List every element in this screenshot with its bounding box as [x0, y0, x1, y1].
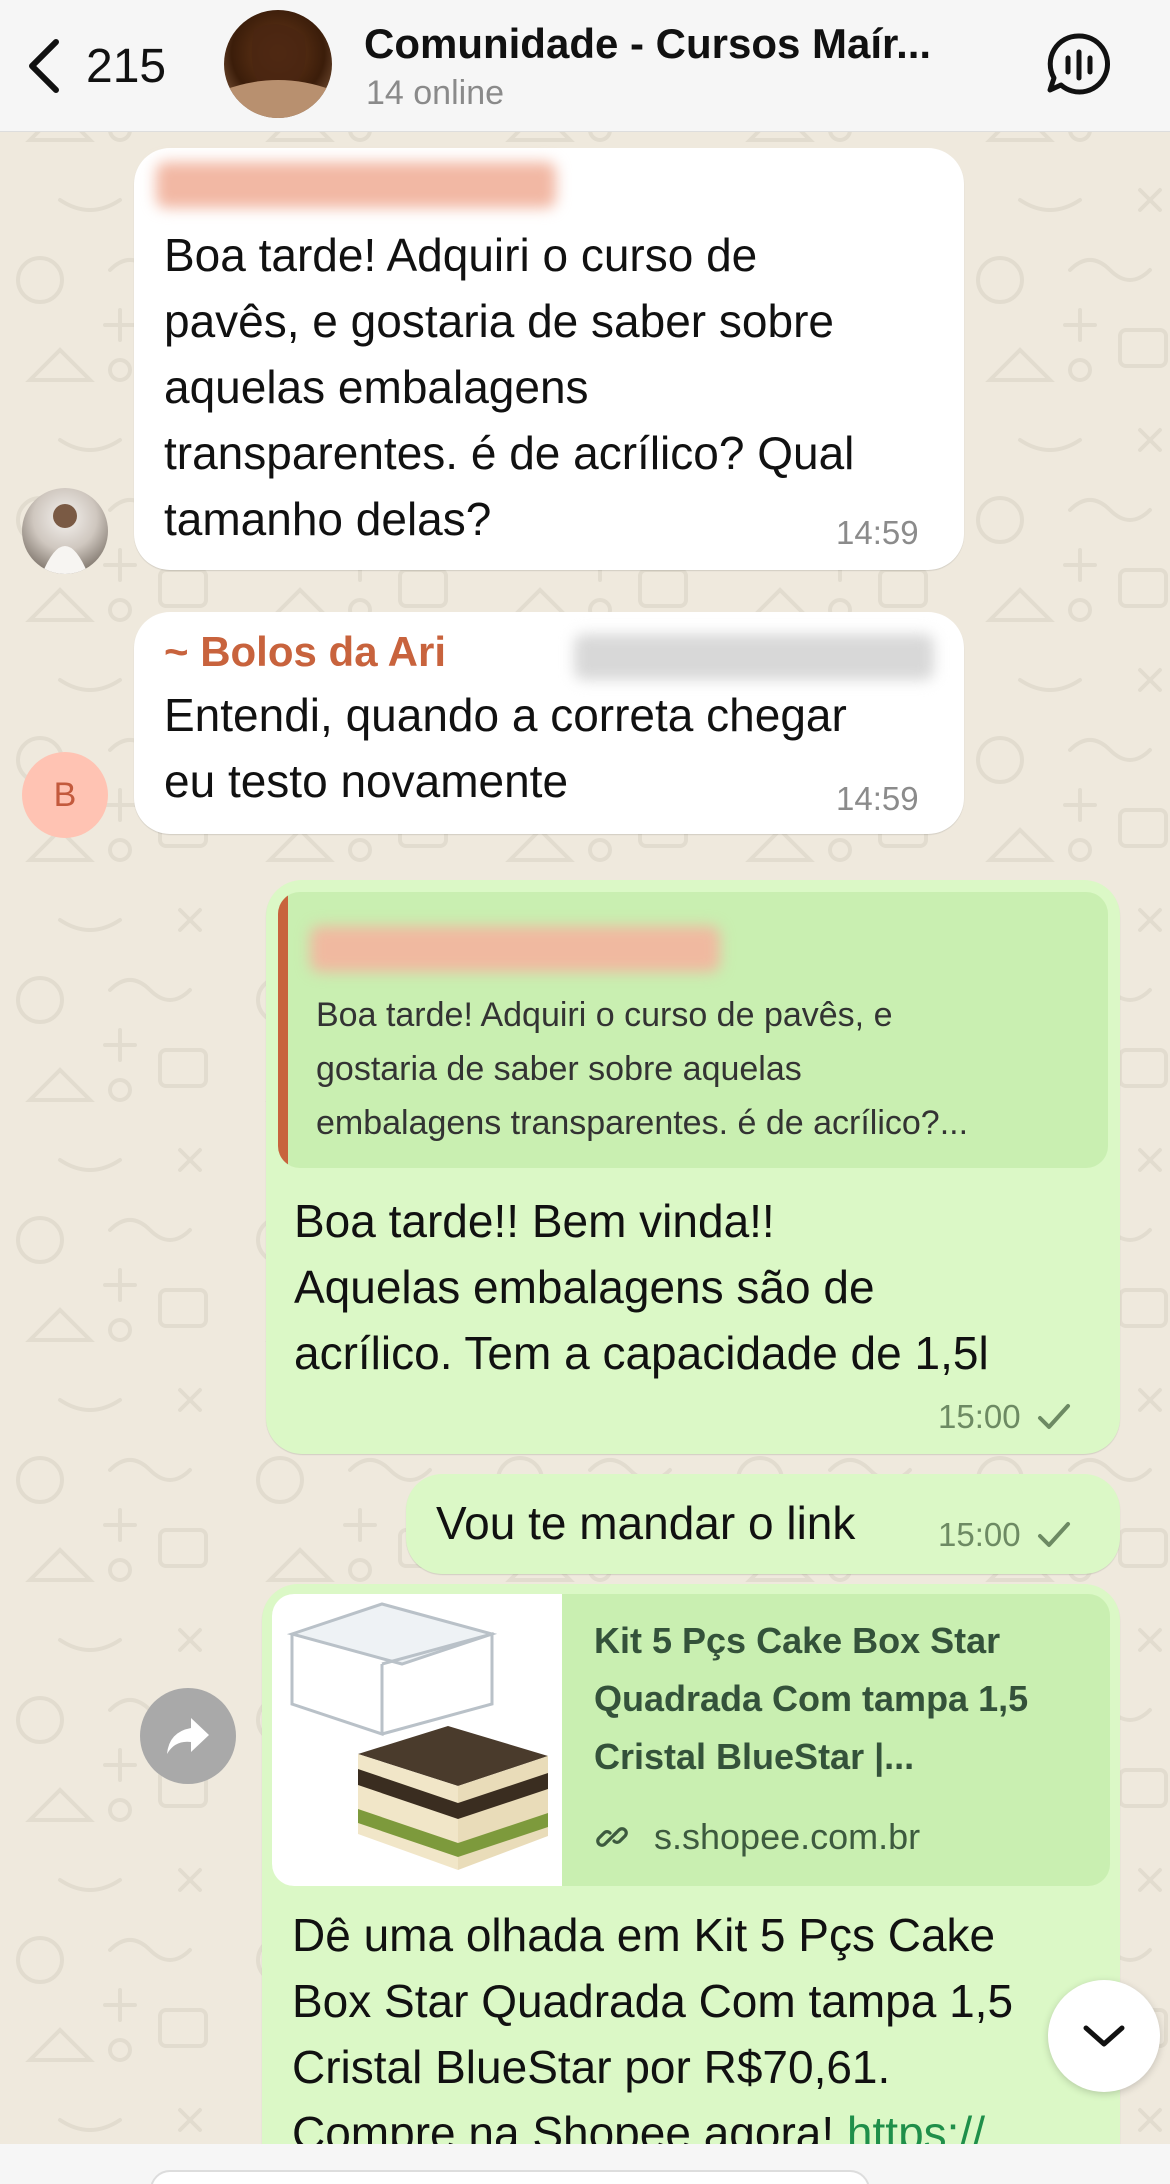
- quoted-message[interactable]: Boa tarde! Adquiri o curso de pavês, e g…: [278, 892, 1108, 1168]
- preview-domain: s.shopee.com.br: [654, 1816, 921, 1857]
- message-time: 14:59: [836, 780, 919, 817]
- online-status: 14 online: [366, 74, 505, 112]
- message-line: Entendi, quando a correta chegar: [164, 689, 847, 741]
- scroll-to-bottom-button[interactable]: [1048, 1980, 1160, 2092]
- message-bubble[interactable]: ~ Bolos da Ari Entendi, quando a correta…: [134, 612, 964, 834]
- message-bubble[interactable]: Kit 5 Pçs Cake Box Star Quadrada Com tam…: [262, 1584, 1120, 2184]
- message-line: Boa tarde!! Bem vinda!!: [294, 1195, 775, 1247]
- back-button[interactable]: 215: [24, 34, 166, 98]
- message-bubble[interactable]: Vou te mandar o link 15:00: [406, 1474, 1120, 1574]
- message-bubble[interactable]: Boa tarde! Adquiri o curso de pavês, e g…: [266, 880, 1120, 1454]
- quote-accent-bar: [278, 892, 288, 1168]
- group-avatar[interactable]: [224, 10, 332, 118]
- quote-line: embalagens transparentes. é de acrílico?…: [316, 1104, 969, 1142]
- forward-arrow-icon: [167, 1718, 209, 1754]
- sender-name[interactable]: ~ Bolos da Ari: [164, 628, 446, 676]
- redacted-phone: [574, 634, 934, 680]
- sent-check-icon: [1037, 1404, 1070, 1429]
- message-input[interactable]: [150, 2170, 870, 2184]
- message-line: Cristal BlueStar por R$70,61.: [292, 2041, 891, 2093]
- unread-count: 215: [86, 39, 167, 93]
- sender-avatar[interactable]: B: [22, 752, 108, 838]
- message-line: pavês, e gostaria de saber sobre: [164, 295, 834, 347]
- message-time: 14:59: [836, 514, 919, 551]
- message-line: aquelas embalagens: [164, 361, 589, 413]
- message-line: Box Star Quadrada Com tampa 1,5: [292, 1975, 1014, 2027]
- redacted-quoted-sender: [310, 926, 720, 972]
- quote-line: Boa tarde! Adquiri o curso de pavês, e: [316, 996, 893, 1034]
- product-thumbnail: [272, 1594, 562, 1886]
- message-line: Boa tarde! Adquiri o curso de: [164, 229, 758, 281]
- message-line: transparentes. é de acrílico? Qual: [164, 427, 855, 479]
- preview-title-line: Cristal BlueStar |...: [594, 1736, 915, 1777]
- redacted-sender-name: [156, 162, 556, 208]
- preview-title-line: Kit 5 Pçs Cake Box Star: [594, 1620, 1001, 1661]
- sent-check-icon: [1037, 1522, 1070, 1547]
- preview-domain-row: s.shopee.com.br: [596, 1816, 920, 1858]
- message-line: Aquelas embalagens são de: [294, 1261, 875, 1313]
- message-text: Vou te mandar o link: [436, 1497, 856, 1549]
- message-time-wrap: 15:00: [938, 1398, 1072, 1436]
- message-line: Dê uma olhada em Kit 5 Pçs Cake: [292, 1909, 996, 1961]
- link-icon: [596, 1827, 628, 1847]
- message-line: tamanho delas?: [164, 493, 492, 545]
- message-bubble[interactable]: Boa tarde! Adquiri o curso de pavês, e g…: [134, 148, 964, 570]
- chevron-left-icon: [29, 39, 59, 93]
- message-line: eu testo novamente: [164, 755, 569, 807]
- chat-title[interactable]: Comunidade - Cursos Maír...: [364, 20, 931, 68]
- message-line: acrílico. Tem a capacidade de 1,5l: [294, 1327, 989, 1379]
- link-preview-card[interactable]: Kit 5 Pçs Cake Box Star Quadrada Com tam…: [272, 1594, 1110, 1886]
- message-time: 15:00: [938, 1398, 1021, 1435]
- message-time: 15:00: [938, 1516, 1021, 1553]
- quote-line: gostaria de saber sobre aquelas: [316, 1050, 802, 1088]
- sender-avatar[interactable]: [22, 488, 108, 574]
- voice-chat-icon[interactable]: [1044, 30, 1114, 100]
- chevron-down-icon: [1083, 2025, 1125, 2047]
- chat-header: 215 Comunidade - Cursos Maír... 14 onlin…: [0, 0, 1170, 132]
- message-time-wrap: 15:00: [938, 1516, 1072, 1554]
- avatar-letter: B: [53, 775, 77, 814]
- forward-button[interactable]: [140, 1688, 236, 1784]
- preview-title-line: Quadrada Com tampa 1,5: [594, 1678, 1029, 1719]
